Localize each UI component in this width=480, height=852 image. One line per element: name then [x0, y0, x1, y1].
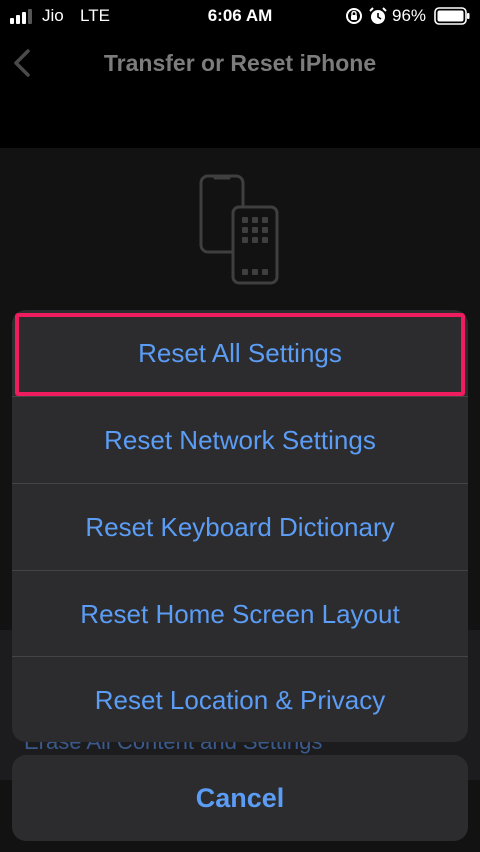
alarm-icon	[369, 7, 387, 24]
reset-location-privacy-button[interactable]: Reset Location & Privacy	[12, 657, 468, 742]
reset-network-settings-button[interactable]: Reset Network Settings	[12, 397, 468, 483]
highlight-box	[15, 313, 465, 396]
navigation-bar: Transfer or Reset iPhone	[0, 32, 480, 96]
battery-percent: 96%	[392, 6, 427, 25]
page-title: Transfer or Reset iPhone	[103, 50, 377, 76]
battery-icon	[434, 7, 470, 25]
reset-keyboard-dictionary-button[interactable]: Reset Keyboard Dictionary	[12, 484, 468, 570]
two-phones-icon	[199, 174, 279, 285]
status-bar: Jio LTE 6:06 AM 96%	[0, 0, 480, 32]
reset-home-screen-layout-button[interactable]: Reset Home Screen Layout	[12, 571, 468, 657]
cancel-button[interactable]: Cancel	[12, 755, 468, 841]
rotation-lock-icon	[346, 8, 362, 24]
header-spacer	[0, 96, 480, 148]
